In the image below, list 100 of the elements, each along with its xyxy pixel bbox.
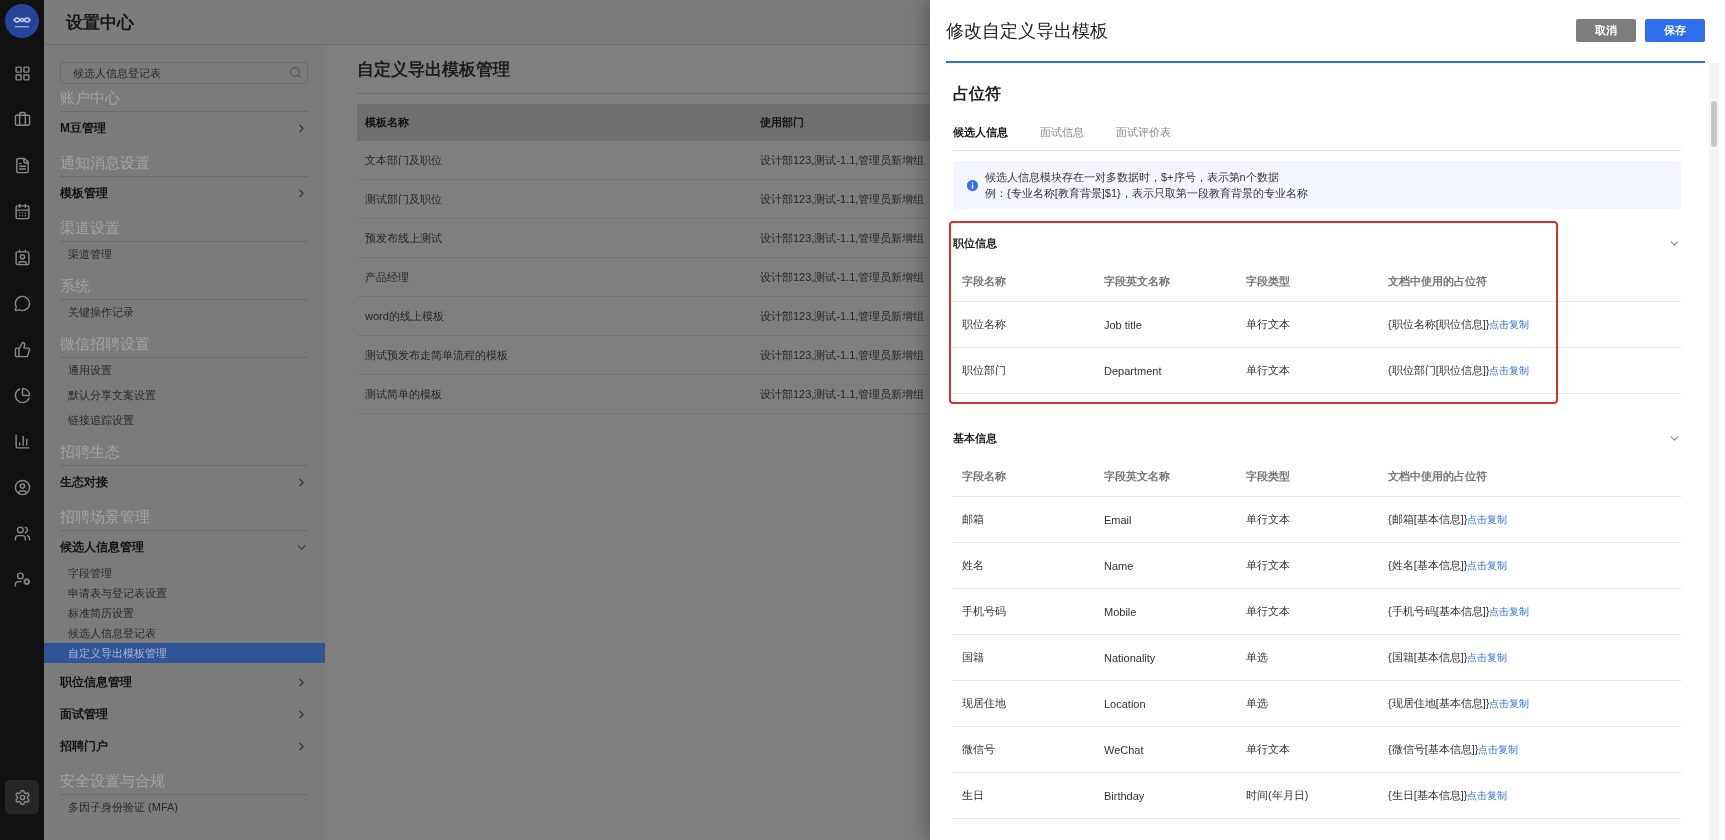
info-icon — [967, 179, 978, 191]
placeholder-code: {生日[基本信息]} — [1388, 788, 1468, 803]
column-header: 字段类型 — [1245, 273, 1290, 289]
copy-link[interactable]: 点击复制 — [1467, 788, 1508, 803]
table-cell-text: 职位名称 — [961, 317, 1006, 332]
table-cell-text: 职位部门 — [961, 363, 1006, 378]
group-title: 职位信息 — [953, 235, 997, 251]
table-cell-text: 单选 — [1245, 650, 1268, 665]
table-cell-text: 单行文本 — [1245, 363, 1290, 378]
user-gear-icon — [13, 570, 31, 588]
search-field[interactable]: 候选人信息登记表 — [60, 62, 308, 84]
calendar-icon — [13, 202, 31, 220]
nav-menu-item[interactable]: 模板管理 — [60, 177, 308, 209]
column-header: 字段类型 — [1245, 468, 1290, 484]
table-cell-text: 手机号码 — [961, 604, 1006, 619]
pie-chart-icon — [13, 386, 31, 404]
nav-sub-item[interactable]: 申请表与登记表设置 — [44, 583, 325, 603]
nav-menu-item[interactable]: M豆管理 — [60, 112, 308, 144]
table-cell-text: 设计部123,测试-1.1,管理员新增组 — [759, 269, 925, 285]
table-cell-text: Location — [1103, 697, 1146, 710]
table-cell-text: 生日 — [961, 788, 984, 803]
bar-chart-icon — [13, 432, 31, 450]
placeholder-code: {微信号[基本信息]} — [1388, 742, 1479, 757]
nav-sub-item[interactable]: 多因子身份验证 (MFA) — [44, 795, 325, 820]
copy-link[interactable]: 点击复制 — [1467, 512, 1508, 527]
drawer-title: 修改自定义导出模板 — [946, 19, 1108, 43]
placeholder-code: {职位部门[职位信息]} — [1388, 363, 1490, 378]
copy-link[interactable]: 点击复制 — [1489, 363, 1530, 378]
placeholder-code: {现居住地[基本信息]} — [1388, 696, 1490, 711]
table-cell-text: 设计部123,测试-1.1,管理员新增组 — [759, 152, 925, 168]
table-cell-text: 单行文本 — [1245, 512, 1290, 527]
copy-link[interactable]: 点击复制 — [1489, 696, 1530, 711]
user-circle-icon — [13, 478, 31, 496]
column-header: 文档中使用的占位符 — [1387, 468, 1487, 484]
nav-menu-item[interactable]: 招聘门户 — [60, 730, 308, 762]
table-cell-text: 设计部123,测试-1.1,管理员新增组 — [759, 347, 925, 363]
table-cell-text: 微信号 — [961, 742, 995, 757]
tab[interactable]: 面试评价表 — [1116, 124, 1171, 140]
notice-text: 候选人信息模块存在一对多数据时，$+序号，表示第n个数据 — [985, 170, 1280, 184]
tab[interactable]: 面试信息 — [1040, 124, 1084, 140]
logo-icon — [5, 4, 39, 38]
table-cell-text: Department — [1103, 364, 1162, 377]
placeholder-code: {姓名[基本信息]} — [1388, 558, 1468, 573]
scrollbar[interactable] — [1709, 63, 1719, 840]
group-title: 基本信息 — [953, 430, 997, 446]
nav-sub-item[interactable]: 候选人信息登记表 — [44, 623, 325, 643]
table-cell-text: 现居住地 — [961, 696, 1006, 711]
table-cell-text: 设计部123,测试-1.1,管理员新增组 — [759, 191, 925, 207]
document-icon — [13, 156, 31, 174]
nav-sub-item[interactable]: 自定义导出模板管理 — [44, 643, 325, 663]
table-cell-text: Mobile — [1103, 605, 1137, 618]
column-header: 文档中使用的占位符 — [1387, 273, 1487, 289]
cancel-button[interactable]: 取消 — [1576, 19, 1636, 42]
column-header: 字段名称 — [961, 468, 1006, 484]
copy-link[interactable]: 点击复制 — [1489, 604, 1530, 619]
users-icon — [13, 524, 31, 542]
copy-link[interactable]: 点击复制 — [1489, 317, 1530, 332]
contact-card-icon — [13, 248, 31, 266]
table-cell-text: WeChat — [1103, 743, 1144, 756]
table-cell-text: 产品经理 — [364, 269, 409, 285]
table-cell-text: 单行文本 — [1245, 317, 1290, 332]
nav-sub-item[interactable]: 关键操作记录 — [44, 300, 325, 325]
copy-link[interactable]: 点击复制 — [1478, 742, 1519, 757]
copy-link[interactable]: 点击复制 — [1467, 558, 1508, 573]
table-cell-text: 姓名 — [961, 558, 984, 573]
nav-menu-item[interactable]: 生态对接 — [60, 466, 308, 498]
briefcase-icon — [13, 110, 31, 128]
nav-sub-item[interactable]: 字段管理 — [44, 563, 325, 583]
table-cell-text: 文本部门及职位 — [364, 152, 442, 168]
column-header: 字段名称 — [961, 273, 1006, 289]
column-header: 字段英文名称 — [1103, 273, 1170, 289]
table-cell-text: 单选 — [1245, 696, 1268, 711]
nav-sub-item[interactable]: 标准简历设置 — [44, 603, 325, 623]
app-title: 设置中心 — [66, 11, 134, 34]
nav-sub-item[interactable]: 链接追踪设置 — [44, 408, 325, 433]
nav-sub-item[interactable]: 渠道管理 — [44, 242, 325, 267]
placeholder-code: {职位名称[职位信息]} — [1388, 317, 1490, 332]
table-cell-text: 预发布线上测试 — [364, 230, 442, 246]
nav-menu-item[interactable]: 面试管理 — [60, 698, 308, 730]
table-cell-text: Nationality — [1103, 651, 1156, 664]
column-header: 字段英文名称 — [1103, 468, 1170, 484]
table-cell-text: 单行文本 — [1245, 558, 1290, 573]
search-icon — [289, 66, 302, 79]
nav-sub-item[interactable]: 默认分享文案设置 — [44, 383, 325, 408]
column-header: 模板名称 — [364, 115, 409, 130]
nav-menu-item[interactable]: 职位信息管理 — [60, 666, 308, 698]
table-cell-text: 测试预发布走简单流程的模板 — [364, 347, 508, 363]
tab[interactable]: 候选人信息 — [953, 124, 1008, 140]
scrollbar-thumb[interactable] — [1711, 101, 1717, 147]
nav-menu-item[interactable]: 候选人信息管理 — [60, 531, 308, 563]
table-cell-text: 国籍 — [961, 650, 984, 665]
save-button[interactable]: 保存 — [1645, 19, 1705, 42]
copy-link[interactable]: 点击复制 — [1467, 650, 1508, 665]
nav-sub-item[interactable]: 通用设置 — [44, 358, 325, 383]
column-header: 使用部门 — [759, 115, 804, 130]
placeholder-code: {邮箱[基本信息]} — [1388, 512, 1468, 527]
sidebar-nav-button[interactable] — [5, 780, 39, 814]
table-cell-text: 测试部门及职位 — [364, 191, 442, 207]
table-cell-text: Name — [1103, 559, 1134, 572]
table-cell-text: 时间(年月日) — [1245, 788, 1309, 803]
